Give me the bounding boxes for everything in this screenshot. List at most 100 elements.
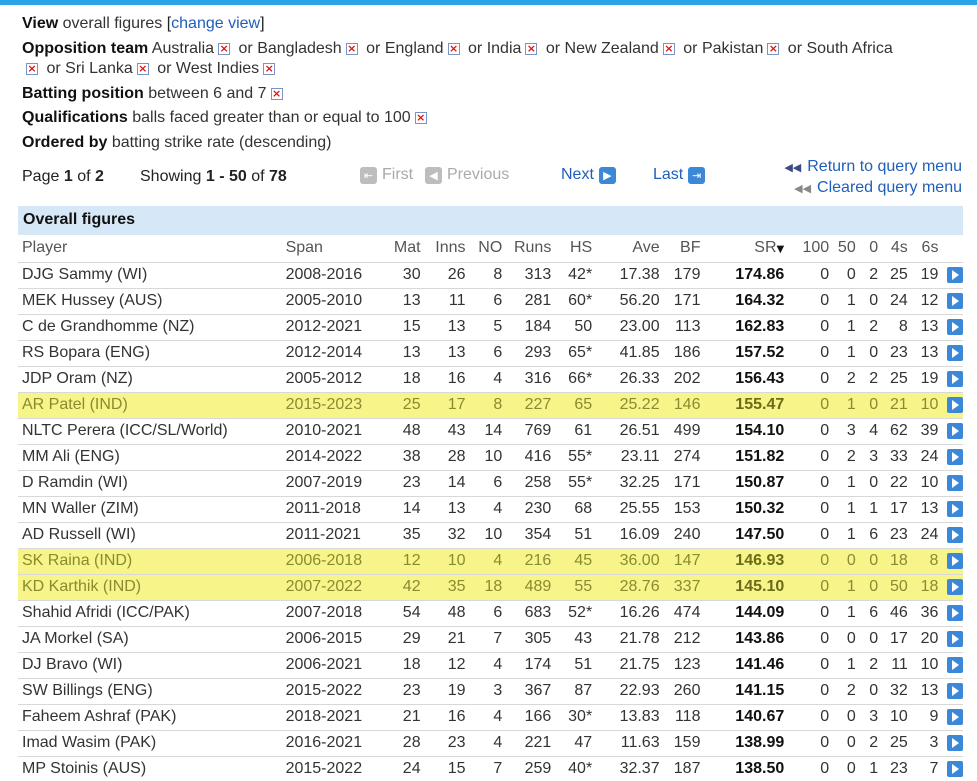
cell-50: 1 [833, 521, 860, 548]
cell-no: 7 [469, 625, 507, 652]
remove-x-icon[interactable]: × [414, 112, 427, 124]
cell-sr: 138.50 [704, 755, 789, 781]
view-label: View [22, 15, 59, 32]
cell-sr: 140.67 [704, 703, 789, 730]
cell-player: AR Patel (IND) [18, 391, 282, 418]
play-arrow-icon[interactable] [947, 708, 963, 725]
cell-0: 0 [859, 287, 883, 314]
return-to-query-menu-link[interactable]: Return to query menu [807, 158, 962, 175]
col-header-6s[interactable]: 6s [912, 235, 943, 262]
play-arrow-icon[interactable] [947, 448, 963, 465]
cell-span: 2011-2018 [281, 495, 384, 522]
cell-sr: 147.50 [704, 521, 789, 548]
play-arrow-icon[interactable] [947, 292, 963, 309]
cell-6s: 10 [911, 391, 943, 418]
last-page-button[interactable]: Last ⇥ [653, 166, 706, 184]
remove-x-icon[interactable]: × [345, 42, 358, 55]
cell-hs: 47 [555, 729, 597, 756]
cell-ave: 26.51 [596, 417, 664, 444]
remove-x-icon[interactable]: × [136, 63, 149, 75]
remove-x-icon[interactable]: × [525, 42, 538, 55]
play-arrow-icon[interactable] [947, 578, 963, 595]
cell-100: 0 [788, 729, 834, 756]
cell-100: 0 [788, 495, 834, 522]
col-header-0[interactable]: 0 [860, 235, 882, 262]
col-header-mat[interactable]: Mat [384, 235, 425, 262]
remove-x-icon[interactable]: × [767, 42, 780, 55]
play-arrow-icon[interactable] [947, 344, 963, 361]
change-view-link[interactable]: change view [171, 15, 260, 32]
cell-runs: 367 [506, 677, 556, 704]
remove-x-icon[interactable]: × [263, 63, 276, 75]
cell-sr: 174.86 [704, 261, 789, 288]
cell-4s: 62 [882, 417, 912, 444]
cell-bf: 159 [663, 729, 705, 756]
cell-runs: 216 [506, 547, 556, 574]
cell-span: 2014-2022 [281, 443, 384, 470]
play-arrow-icon[interactable] [947, 474, 963, 491]
col-header-100[interactable]: 100 [788, 235, 833, 262]
remove-x-icon[interactable]: × [26, 63, 38, 75]
play-arrow-icon[interactable] [947, 630, 963, 647]
play-arrow-icon[interactable] [947, 318, 963, 335]
col-header-span[interactable]: Span [282, 235, 384, 262]
col-header-ave[interactable]: Ave [596, 235, 663, 262]
cell-sr: 146.93 [704, 547, 789, 574]
opposition-team: England [384, 39, 444, 57]
cleared-query-menu-link[interactable]: Cleared query menu [817, 179, 962, 196]
remove-x-icon[interactable]: × [218, 42, 231, 55]
col-header-bf[interactable]: BF [664, 235, 705, 262]
table-row: SK Raina (IND) 2006-2018 12 10 4 216 45 36.00 14… [18, 547, 963, 574]
play-arrow-icon[interactable] [947, 396, 963, 413]
table-row: KD Karthik (IND) 2007-2022 42 35 18 489 55 28.7… [18, 573, 963, 600]
play-arrow-icon[interactable] [947, 422, 963, 439]
play-arrow-icon[interactable] [947, 266, 963, 283]
cell-mat: 13 [383, 287, 425, 314]
cell-bf: 186 [663, 339, 705, 366]
col-header-player[interactable]: Player [18, 235, 282, 262]
cell-0: 2 [859, 651, 883, 678]
next-arrow-icon[interactable]: ▶ [598, 166, 616, 184]
col-header-no[interactable]: NO [470, 235, 507, 262]
cell-runs: 221 [506, 729, 556, 756]
cell-no: 18 [469, 573, 507, 600]
col-header-50[interactable]: 50 [833, 235, 860, 262]
page-indicator: Page 1 of 2 [22, 168, 104, 185]
query-menu-links: ◀◀ Return to query menu ◀◀ Cleared query m… [784, 157, 962, 199]
cell-6s: 24 [911, 521, 943, 548]
play-arrow-icon[interactable] [947, 604, 963, 621]
cell-mat: 18 [383, 651, 425, 678]
cell-hs: 45 [555, 547, 597, 574]
remove-x-icon[interactable]: × [447, 42, 460, 55]
play-arrow-icon[interactable] [947, 761, 963, 778]
col-header-sr[interactable]: SR▼ [704, 235, 788, 262]
col-header-4s[interactable]: 4s [882, 235, 912, 262]
play-arrow-icon[interactable] [947, 656, 963, 673]
remove-x-icon[interactable]: × [270, 87, 283, 100]
col-header-inns[interactable]: Inns [425, 235, 470, 262]
table-row: JA Morkel (SA) 2006-2015 29 21 7 305 43 21.78 21… [18, 625, 963, 652]
cell-runs: 293 [506, 339, 556, 366]
cell-50: 3 [833, 417, 860, 444]
cell-mat: 35 [383, 521, 425, 548]
play-arrow-icon[interactable] [947, 500, 963, 517]
play-arrow-icon[interactable] [947, 526, 963, 543]
cell-runs: 281 [506, 287, 556, 314]
next-page-button[interactable]: Next ▶ [561, 166, 616, 184]
last-page-icon[interactable]: ⇥ [688, 166, 706, 184]
cell-mat: 48 [383, 417, 425, 444]
previous-arrow-icon: ◀ [425, 166, 442, 184]
play-arrow-icon[interactable] [947, 370, 963, 387]
play-arrow-icon[interactable] [947, 552, 963, 569]
play-arrow-icon[interactable] [947, 682, 963, 699]
remove-x-icon[interactable]: × [662, 42, 675, 55]
cell-4s: 10 [882, 703, 912, 730]
col-header-hs[interactable]: HS [555, 235, 596, 262]
play-arrow-icon[interactable] [947, 734, 963, 751]
col-header-runs[interactable]: Runs [506, 235, 555, 262]
table-row: NLTC Perera (ICC/SL/World) 2010-2021 48 43 1… [18, 417, 963, 444]
cell-no: 4 [469, 547, 507, 574]
cell-span: 2005-2012 [281, 365, 384, 392]
cell-6s: 20 [911, 625, 943, 652]
cell-4s: 24 [882, 287, 912, 314]
